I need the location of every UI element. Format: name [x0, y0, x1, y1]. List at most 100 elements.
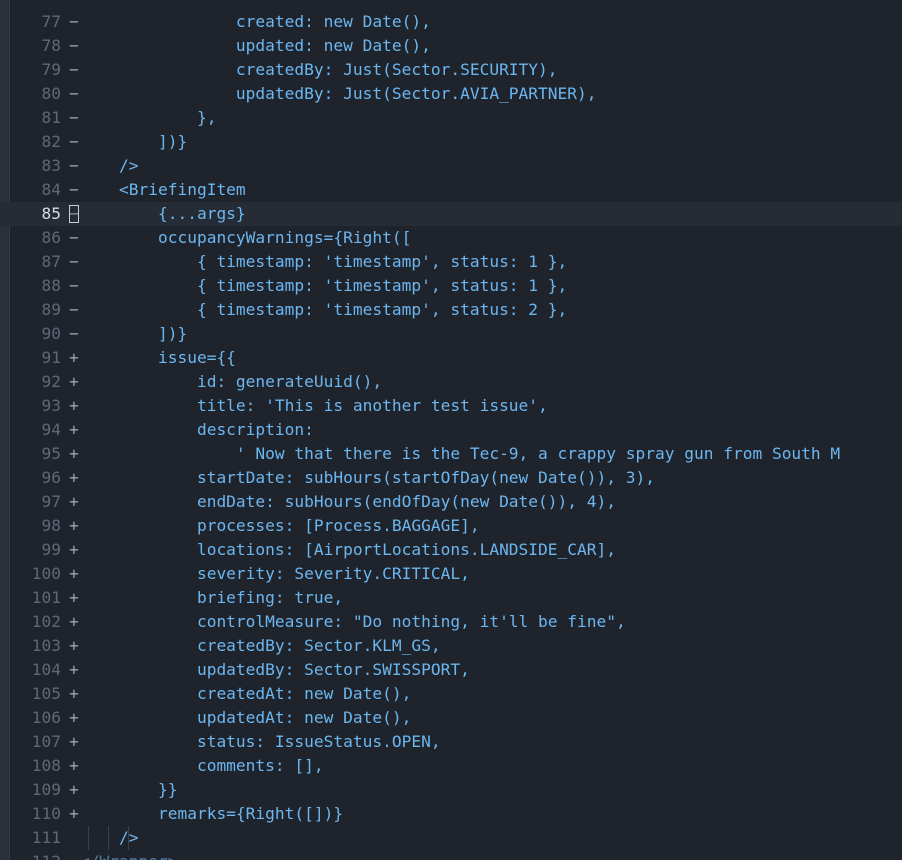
code-line[interactable]: 96 + startDate: subHours(startOfDay(new D…: [0, 466, 902, 490]
code-text[interactable]: { timestamp: 'timestamp', status: 1 },: [80, 250, 567, 274]
line-number: 88: [41, 276, 62, 295]
code-text[interactable]: createdBy: Sector.KLM_GS,: [80, 634, 441, 658]
code-line[interactable]: 88− { timestamp: 'timestamp', status: 1 …: [0, 274, 902, 298]
code-text[interactable]: createdAt: new Date(),: [80, 682, 411, 706]
code-line[interactable]: 84− <BriefingItem: [0, 178, 902, 202]
line-number: 94: [41, 420, 62, 439]
code-text[interactable]: occupancyWarnings={Right([: [80, 226, 411, 250]
code-text[interactable]: ' Now that there is the Tec-9, a crappy …: [80, 442, 840, 466]
code-line[interactable]: 90− ])}: [0, 322, 902, 346]
code-line[interactable]: 85− {...args}: [0, 202, 902, 226]
code-line[interactable]: 77− created: new Date(),: [0, 10, 902, 34]
line-number: 95: [41, 444, 62, 463]
line-number: 85: [41, 204, 62, 223]
code-text[interactable]: created: new Date(),: [80, 10, 431, 34]
line-number: 109: [31, 780, 61, 799]
code-text[interactable]: status: IssueStatus.OPEN,: [80, 730, 441, 754]
code-text[interactable]: { timestamp: 'timestamp', status: 1 },: [80, 274, 567, 298]
code-text[interactable]: updatedBy: Just(Sector.AVIA_PARTNER),: [80, 82, 597, 106]
line-number: 110: [31, 804, 61, 823]
code-text[interactable]: controlMeasure: "Do nothing, it'll be fi…: [80, 610, 626, 634]
code-text[interactable]: locations: [AirportLocations.LANDSIDE_CA…: [80, 538, 616, 562]
line-number: 80: [41, 84, 62, 103]
code-text[interactable]: endDate: subHours(endOfDay(new Date()), …: [80, 490, 616, 514]
code-text[interactable]: ])}: [80, 322, 187, 346]
code-text[interactable]: briefing: true,: [80, 586, 343, 610]
code-line[interactable]: 80− updatedBy: Just(Sector.AVIA_PARTNER)…: [0, 82, 902, 106]
code-text[interactable]: </Wrapper>: [80, 850, 177, 860]
line-number: 83: [41, 156, 62, 175]
code-line[interactable]: 98 + processes: [Process.BAGGAGE],: [0, 514, 902, 538]
code-text[interactable]: startDate: subHours(startOfDay(new Date(…: [80, 466, 655, 490]
code-line[interactable]: 106 + updatedAt: new Date(),: [0, 706, 902, 730]
line-number: 79: [41, 60, 62, 79]
code-text[interactable]: updatedBy: Sector.SWISSPORT,: [80, 658, 470, 682]
line-number: 82: [41, 132, 62, 151]
code-text[interactable]: ])}: [80, 130, 187, 154]
code-line[interactable]: 110 + remarks={Right([])}: [0, 802, 902, 826]
line-number: 100: [31, 564, 61, 583]
code-editor[interactable]: 77− created: new Date(), 78− updated: new…: [0, 0, 902, 860]
code-line[interactable]: 92 + id: generateUuid(),: [0, 370, 902, 394]
code-text[interactable]: { timestamp: 'timestamp', status: 2 },: [80, 298, 567, 322]
code-text[interactable]: updated: new Date(),: [80, 34, 431, 58]
line-number: 104: [31, 660, 61, 679]
code-text[interactable]: />: [80, 154, 139, 178]
code-line[interactable]: 105 + createdAt: new Date(),: [0, 682, 902, 706]
code-text[interactable]: processes: [Process.BAGGAGE],: [80, 514, 480, 538]
code-line[interactable]: 83− />: [0, 154, 902, 178]
code-text[interactable]: comments: [],: [80, 754, 324, 778]
code-line[interactable]: 104 + updatedBy: Sector.SWISSPORT,: [0, 658, 902, 682]
line-number: 90: [41, 324, 62, 343]
code-text[interactable]: <BriefingItem: [80, 178, 246, 202]
line-number: 108: [31, 756, 61, 775]
code-line[interactable]: 91 + issue={{: [0, 346, 902, 370]
code-line[interactable]: 86− occupancyWarnings={Right([: [0, 226, 902, 250]
line-number: 102: [31, 612, 61, 631]
line-number: 97: [41, 492, 62, 511]
code-text[interactable]: },: [80, 106, 217, 130]
code-line[interactable]: 94 + description:: [0, 418, 902, 442]
code-text[interactable]: id: generateUuid(),: [80, 370, 382, 394]
code-line[interactable]: 78− updated: new Date(),: [0, 34, 902, 58]
code-text[interactable]: title: 'This is another test issue',: [80, 394, 548, 418]
code-line[interactable]: 95 + ' Now that there is the Tec-9, a cra…: [0, 442, 902, 466]
code-text[interactable]: {...args}: [80, 202, 246, 226]
code-text[interactable]: updatedAt: new Date(),: [80, 706, 411, 730]
code-line[interactable]: 81− },: [0, 106, 902, 130]
code-line[interactable]: 79− createdBy: Just(Sector.SECURITY),: [0, 58, 902, 82]
code-line[interactable]: 109 + }}: [0, 778, 902, 802]
code-text[interactable]: remarks={Right([])}: [80, 802, 343, 826]
code-line[interactable]: 89− { timestamp: 'timestamp', status: 2 …: [0, 298, 902, 322]
code-line[interactable]: 82− ])}: [0, 130, 902, 154]
line-number: 106: [31, 708, 61, 727]
line-number: 96: [41, 468, 62, 487]
code-line[interactable]: 107 + status: IssueStatus.OPEN,: [0, 730, 902, 754]
code-line[interactable]: 93 + title: 'This is another test issue',: [0, 394, 902, 418]
code-line[interactable]: 112 </Wrapper>: [0, 850, 902, 860]
code-text[interactable]: createdBy: Just(Sector.SECURITY),: [80, 58, 558, 82]
line-number: 77: [41, 12, 62, 31]
code-line[interactable]: 97 + endDate: subHours(endOfDay(new Date(…: [0, 490, 902, 514]
code-line[interactable]: 102 + controlMeasure: "Do nothing, it'll …: [0, 610, 902, 634]
line-number: 107: [31, 732, 61, 751]
code-line[interactable]: 101 + briefing: true,: [0, 586, 902, 610]
line-number: 112: [0, 850, 61, 860]
code-line[interactable]: 99 + locations: [AirportLocations.LANDSID…: [0, 538, 902, 562]
line-number: 98: [41, 516, 62, 535]
line-number: 101: [31, 588, 61, 607]
code-line[interactable]: 111 />: [0, 826, 902, 850]
code-text[interactable]: severity: Severity.CRITICAL,: [80, 562, 470, 586]
code-line[interactable]: 103 + createdBy: Sector.KLM_GS,: [0, 634, 902, 658]
line-number: 103: [31, 636, 61, 655]
line-number: 105: [31, 684, 61, 703]
code-line[interactable]: 87− { timestamp: 'timestamp', status: 1 …: [0, 250, 902, 274]
indent-guide: [108, 826, 109, 850]
code-text[interactable]: description:: [80, 418, 314, 442]
line-number: 84: [41, 180, 62, 199]
code-line[interactable]: 108 + comments: [],: [0, 754, 902, 778]
code-line[interactable]: 100 + severity: Severity.CRITICAL,: [0, 562, 902, 586]
code-text[interactable]: }}: [80, 778, 178, 802]
code-text[interactable]: issue={{: [80, 346, 236, 370]
line-number: 86: [41, 228, 62, 247]
